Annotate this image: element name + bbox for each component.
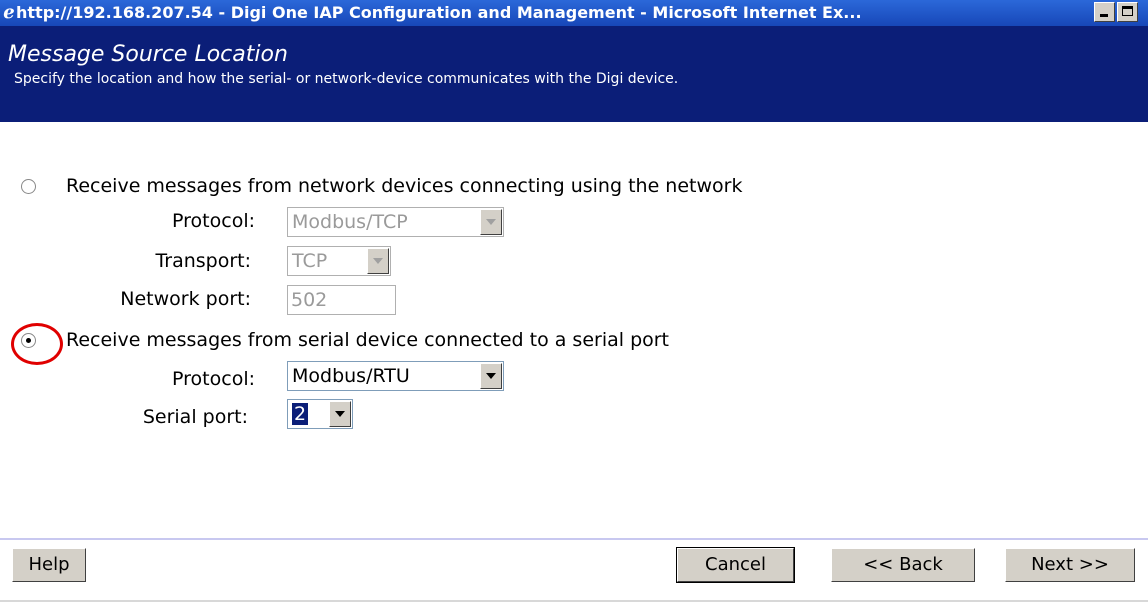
highlight-circle [11,323,63,365]
help-button[interactable]: Help [12,548,86,582]
chevron-down-icon[interactable] [480,209,502,235]
network-port-input[interactable]: 502 [287,285,396,315]
network-transport-label: Transport: [155,250,251,272]
serial-port-value: 2 [292,403,309,425]
next-button[interactable]: Next >> [1005,548,1135,582]
footer-divider [0,538,1148,540]
serial-port-select[interactable]: 2 [287,399,353,429]
maximize-button[interactable] [1117,2,1138,22]
window-title: http://192.168.207.54 - Digi One IAP Con… [16,3,862,22]
serial-option-label: Receive messages from serial device conn… [66,329,670,351]
chevron-down-icon[interactable] [480,363,502,389]
network-protocol-select[interactable]: Modbus/TCP [287,207,504,237]
network-port-value: 502 [291,289,328,311]
serial-port-label: Serial port: [142,406,248,428]
serial-protocol-select[interactable]: Modbus/RTU [287,361,504,391]
window-titlebar: ℯ http://192.168.207.54 - Digi One IAP C… [0,0,1148,26]
serial-protocol-label: Protocol: [172,368,255,390]
chevron-down-icon[interactable] [367,248,389,274]
network-transport-select[interactable]: TCP [287,246,391,276]
serial-protocol-value: Modbus/RTU [292,365,410,387]
network-protocol-value: Modbus/TCP [292,211,408,233]
network-protocol-label: Protocol: [172,210,255,232]
network-transport-value: TCP [292,250,328,272]
cancel-button[interactable]: Cancel [676,547,795,583]
network-option-label: Receive messages from network devices co… [66,175,743,197]
page-header: Message Source Location Specify the loca… [0,26,1148,122]
chevron-down-icon[interactable] [329,401,351,427]
back-button[interactable]: << Back [831,548,975,582]
bottom-divider [0,600,1148,602]
page-title: Message Source Location [8,42,288,67]
network-port-label: Network port: [120,288,251,310]
minimize-button[interactable] [1094,2,1115,22]
page-subtitle: Specify the location and how the serial-… [14,71,679,87]
network-option-radio[interactable] [21,179,36,194]
